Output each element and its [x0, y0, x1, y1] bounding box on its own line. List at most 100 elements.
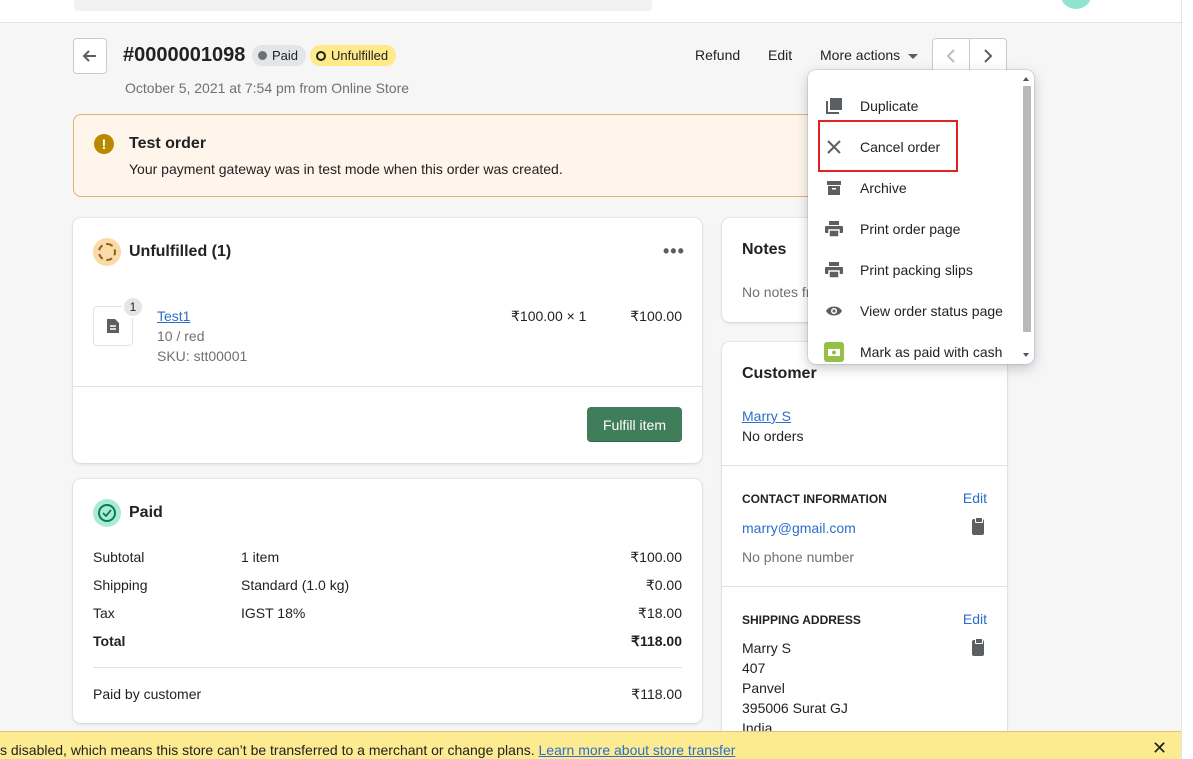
- payment-title: Paid: [129, 504, 163, 521]
- ring-icon: [316, 50, 326, 61]
- shipping-detail: Standard (1.0 kg): [241, 577, 350, 593]
- shipping-address-title: SHIPPING ADDRESS: [742, 613, 861, 627]
- edit-button[interactable]: Edit: [768, 47, 792, 63]
- shipping-label: Shipping: [93, 577, 148, 593]
- clipboard-icon[interactable]: [972, 638, 984, 656]
- contact-information-title: CONTACT INFORMATION: [742, 492, 887, 506]
- eye-icon: [824, 301, 844, 321]
- address-line: Marry S: [742, 640, 791, 656]
- paid-by-label: Paid by customer: [93, 686, 202, 702]
- product-link[interactable]: Test1: [157, 308, 190, 324]
- tax-label: Tax: [93, 605, 115, 621]
- warning-icon: !: [94, 134, 114, 154]
- check-circle-icon: [93, 499, 121, 527]
- more-actions-label: More actions: [820, 47, 901, 63]
- more-actions-menu: Duplicate Cancel order Archive Print ord…: [808, 70, 1034, 364]
- store-transfer-notice: s disabled, which means this store can’t…: [0, 731, 1181, 759]
- edit-shipping-link[interactable]: Edit: [963, 611, 987, 627]
- customer-orders: No orders: [742, 428, 804, 444]
- customer-card: Customer Marry S No orders CONTACT INFOR…: [722, 342, 1007, 759]
- refund-button[interactable]: Refund: [695, 47, 740, 63]
- address-line: 395006 Surat GJ: [742, 700, 848, 716]
- notice-text: s disabled, which means this store can’t…: [0, 742, 735, 758]
- menu-item-label: Print order page: [860, 221, 961, 237]
- address-line: 407: [742, 660, 766, 676]
- store-transfer-link[interactable]: Learn more about store transfer: [539, 742, 736, 758]
- next-order-button[interactable]: [970, 39, 1006, 73]
- clipboard-icon[interactable]: [972, 517, 984, 535]
- menu-item-label: Archive: [860, 180, 907, 196]
- tax-amount: ₹18.00: [638, 605, 682, 621]
- badge-label: Unfulfilled: [331, 48, 389, 63]
- order-pager: [932, 38, 1007, 74]
- total-amount: ₹118.00: [631, 633, 682, 649]
- menu-item-label: Print packing slips: [860, 262, 973, 278]
- chevron-right-icon: [984, 49, 993, 63]
- edit-contact-link[interactable]: Edit: [963, 490, 987, 506]
- avatar[interactable]: [1060, 0, 1092, 9]
- divider: [93, 667, 682, 668]
- line-total: ₹100.00: [630, 308, 682, 324]
- menu-item-duplicate[interactable]: Duplicate: [808, 88, 1020, 124]
- total-label: Total: [93, 633, 126, 649]
- duplicate-icon: [824, 96, 844, 116]
- top-bar: [0, 0, 1193, 23]
- close-icon[interactable]: ✕: [1152, 738, 1167, 759]
- address-line: Panvel: [742, 680, 785, 696]
- badge-label: Paid: [272, 48, 299, 63]
- customer-name-link[interactable]: Marry S: [742, 408, 791, 424]
- search-input[interactable]: [74, 0, 652, 11]
- cash-icon: [824, 342, 844, 362]
- notes-title: Notes: [742, 241, 787, 258]
- page-scrollbar[interactable]: [1181, 0, 1193, 759]
- menu-item-view-order-status[interactable]: View order status page: [808, 293, 1020, 329]
- status-badge-unfulfilled: Unfulfilled: [310, 45, 397, 66]
- menu-item-mark-as-paid[interactable]: Mark as paid with cash: [808, 334, 1020, 364]
- order-date: October 5, 2021 at 7:54 pm from Online S…: [125, 80, 410, 96]
- dot-icon: [258, 51, 267, 60]
- menu-item-label: Duplicate: [860, 98, 919, 114]
- more-options-icon[interactable]: •••: [663, 241, 685, 262]
- divider: [722, 586, 1007, 587]
- divider: [73, 386, 702, 387]
- document-icon: [107, 319, 119, 333]
- customer-phone: No phone number: [742, 549, 855, 565]
- status-badge-paid: Paid: [252, 45, 307, 66]
- banner-title: Test order: [129, 135, 207, 152]
- scroll-up-icon[interactable]: [1023, 77, 1029, 81]
- payment-card: Paid Subtotal 1 item ₹100.00 Shipping St…: [73, 479, 702, 723]
- tax-detail: IGST 18%: [241, 605, 306, 621]
- menu-item-label: View order status page: [860, 303, 1003, 319]
- divider: [722, 465, 1007, 466]
- customer-title: Customer: [742, 365, 817, 382]
- previous-order-button[interactable]: [933, 39, 970, 73]
- arrow-left-icon: [82, 50, 96, 62]
- shipping-amount: ₹0.00: [645, 577, 682, 593]
- menu-scrollbar[interactable]: [1022, 74, 1031, 360]
- price-quantity: ₹100.00 × 1: [511, 308, 587, 324]
- menu-item-print-packing-slips[interactable]: Print packing slips: [808, 252, 1020, 288]
- banner-description: Your payment gateway was in test mode wh…: [129, 161, 563, 177]
- unfulfilled-icon: [93, 238, 121, 266]
- more-actions-button[interactable]: More actions: [820, 47, 919, 63]
- notice-message: s disabled, which means this store can’t…: [0, 742, 535, 758]
- scrollbar-thumb[interactable]: [1023, 86, 1031, 332]
- back-button[interactable]: [73, 38, 107, 74]
- scroll-down-icon[interactable]: [1023, 353, 1029, 357]
- quantity-badge: 1: [122, 296, 144, 318]
- product-sku: SKU: stt00001: [157, 348, 248, 364]
- menu-item-print-order-page[interactable]: Print order page: [808, 211, 1020, 247]
- highlight-box: [818, 120, 958, 172]
- fulfill-item-button[interactable]: Fulfill item: [587, 407, 682, 442]
- subtotal-amount: ₹100.00: [630, 549, 682, 565]
- archive-icon: [824, 178, 844, 198]
- menu-item-label: Mark as paid with cash: [860, 344, 1003, 360]
- chevron-left-icon: [946, 49, 955, 63]
- caret-down-icon: [908, 53, 919, 59]
- printer-icon: [824, 260, 844, 280]
- notes-text: No notes fr: [742, 284, 811, 300]
- menu-item-archive[interactable]: Archive: [808, 170, 1020, 206]
- customer-email[interactable]: marry@gmail.com: [742, 520, 856, 536]
- test-order-banner: ! Test order Your payment gateway was in…: [73, 114, 833, 197]
- printer-icon: [824, 219, 844, 239]
